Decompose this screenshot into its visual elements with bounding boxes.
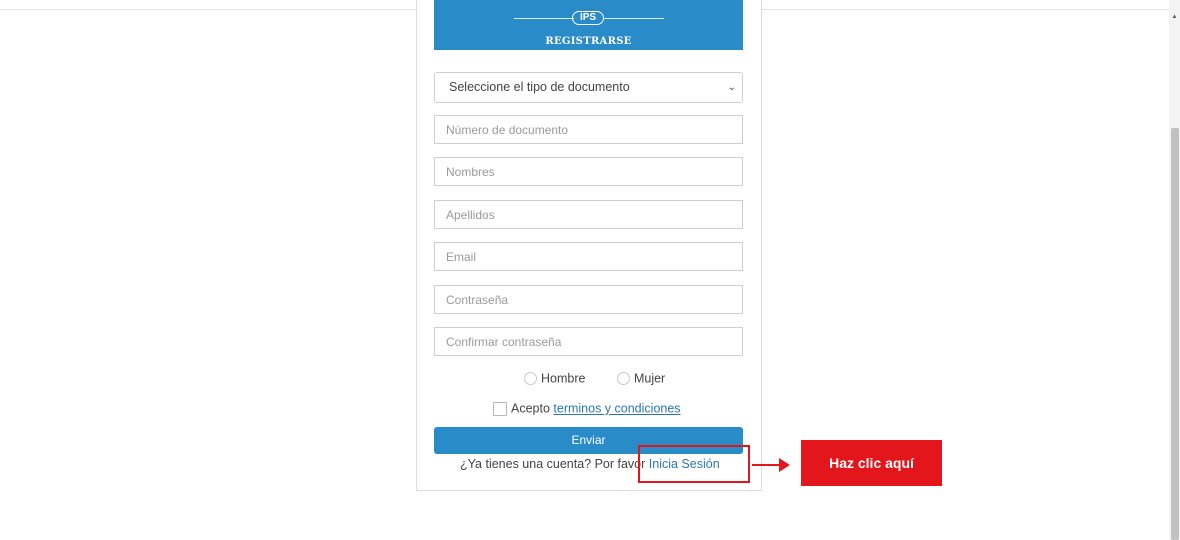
document-number-field[interactable] — [434, 115, 743, 144]
page-title: REGISTRARSE — [545, 36, 632, 47]
login-prompt-text: ¿Ya tienes una cuenta? Por favor — [460, 457, 646, 471]
chevron-down-icon: ⌄ — [727, 82, 736, 93]
password-field[interactable] — [434, 285, 743, 314]
female-radio[interactable] — [616, 372, 630, 386]
terms-prefix: Acepto — [511, 401, 550, 416]
login-link-highlight-box — [638, 445, 750, 483]
female-radio-label: Mujer — [633, 371, 666, 386]
document-type-select-value: Seleccione el tipo de documento — [449, 80, 630, 94]
confirm-password-field[interactable] — [434, 327, 743, 356]
ips-logo-badge: IPS — [572, 11, 604, 25]
last-names-field[interactable] — [434, 200, 743, 229]
registration-header: IPS REGISTRARSE — [434, 0, 743, 50]
click-here-callout: Haz clic aquí — [801, 440, 942, 486]
logo-line-right — [604, 18, 664, 19]
email-field[interactable] — [434, 242, 743, 271]
gender-radio-group: Hombre Mujer — [524, 371, 665, 389]
arrow-icon — [779, 458, 790, 472]
logo-line-left — [514, 18, 574, 19]
male-radio-label: Hombre — [541, 371, 586, 386]
arrow-icon-line — [752, 464, 782, 466]
terms-link[interactable]: terminos y condiciones — [553, 402, 680, 416]
first-names-field[interactable] — [434, 157, 743, 186]
document-type-select[interactable]: Seleccione el tipo de documento ⌄ — [434, 72, 743, 103]
terms-row: Acepto terminos y condiciones — [493, 401, 681, 416]
terms-checkbox[interactable] — [493, 401, 507, 416]
male-radio[interactable] — [524, 372, 537, 386]
scroll-up-icon[interactable]: ▲ — [1169, 10, 1180, 24]
scrollbar-thumb[interactable] — [1171, 128, 1179, 540]
